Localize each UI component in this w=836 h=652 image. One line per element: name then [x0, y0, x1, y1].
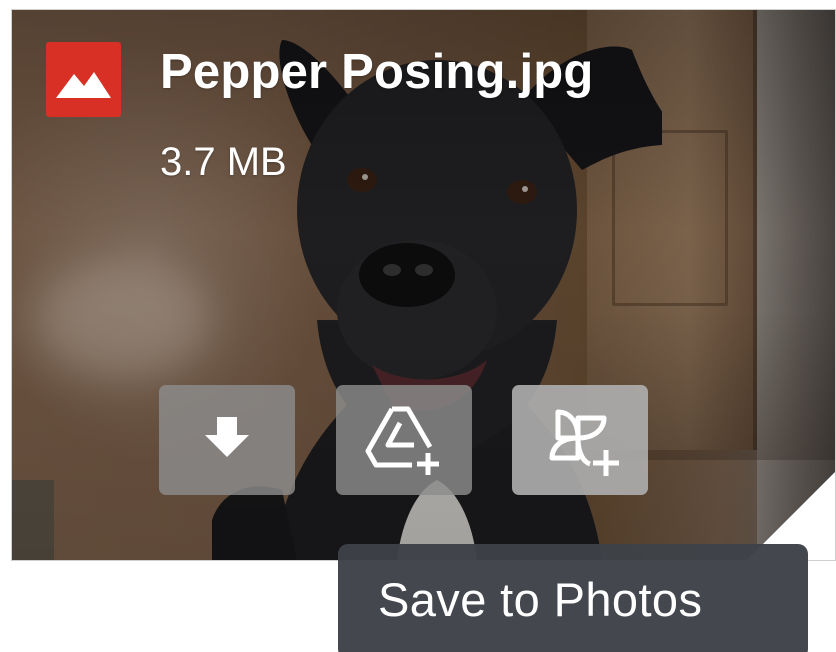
- add-to-drive-button[interactable]: [336, 385, 472, 495]
- tooltip-text: Save to Photos: [378, 573, 703, 626]
- add-to-photos-icon: [549, 409, 619, 476]
- stage: Pepper Posing.jpg 3.7 MB Save to Photos: [0, 0, 836, 652]
- attachment-card[interactable]: Pepper Posing.jpg 3.7 MB: [12, 10, 835, 560]
- add-to-drive-icon: [365, 406, 439, 475]
- download-button[interactable]: [159, 385, 295, 495]
- download-icon: [205, 417, 249, 457]
- tooltip: Save to Photos: [338, 544, 808, 652]
- attachment-file-name: Pepper Posing.jpg: [160, 45, 594, 99]
- image-file-icon: [46, 42, 121, 117]
- save-to-photos-button[interactable]: [512, 385, 648, 495]
- attachment-file-size: 3.7 MB: [160, 140, 287, 184]
